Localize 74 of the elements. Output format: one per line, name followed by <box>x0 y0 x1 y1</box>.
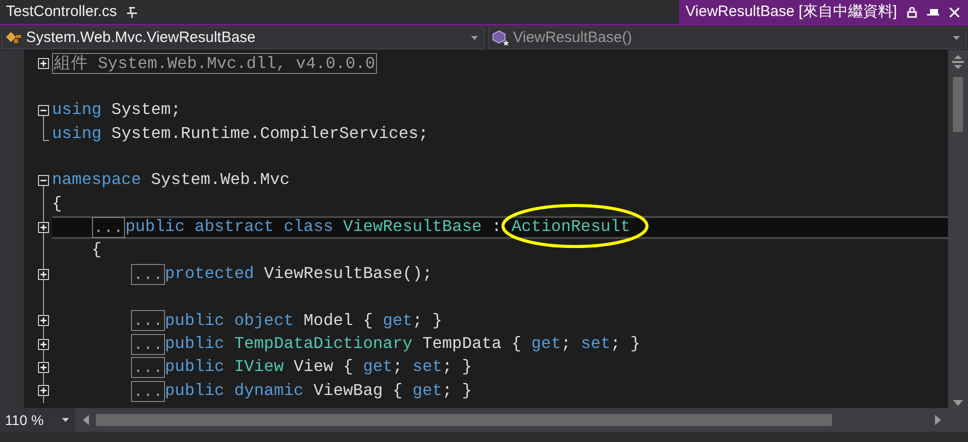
fold-expand-icon[interactable] <box>38 315 49 326</box>
fold-expand-icon[interactable] <box>38 362 49 374</box>
caret-icon <box>62 418 69 422</box>
code-text: { <box>52 192 62 215</box>
zoom-dropdown[interactable]: 110 % <box>0 408 75 432</box>
collapsed-block[interactable]: ... <box>131 334 165 355</box>
code-text: ; } <box>610 333 640 356</box>
editor-tab[interactable]: TestController.cs <box>0 0 145 24</box>
code-text: Model { <box>304 310 374 332</box>
method-icon <box>492 30 510 46</box>
navigation-dropdown[interactable]: ViewResultBase() <box>488 27 967 49</box>
keyword: get <box>362 356 393 378</box>
code-text: { <box>92 239 102 262</box>
caret-icon <box>953 36 960 40</box>
pin-icon[interactable] <box>126 6 137 18</box>
code-text: System.Web.Mvc <box>150 169 290 192</box>
keyword: set <box>580 333 611 356</box>
scroll-right-icon[interactable] <box>935 415 941 425</box>
navigation-dropdown[interactable]: System.Web.Mvc.ViewResultBase <box>1 27 485 49</box>
fold-expand-icon[interactable] <box>38 268 49 280</box>
split-icon[interactable] <box>952 55 964 69</box>
collapsed-block[interactable]: ... <box>92 216 126 238</box>
fold-expand-icon[interactable] <box>38 222 49 233</box>
code-text: ViewBag { <box>313 380 404 402</box>
keyword: get <box>412 380 442 402</box>
scrollbar-thumb[interactable] <box>96 414 832 426</box>
fold-expand-icon[interactable] <box>38 385 49 396</box>
keyword: using <box>52 99 102 122</box>
code-text: : <box>490 216 503 238</box>
code-text: ; <box>561 333 572 356</box>
code-text: ; } <box>412 310 442 332</box>
keyword: get <box>382 310 412 332</box>
code-text: ; } <box>442 380 472 402</box>
lock-icon[interactable] <box>907 6 917 18</box>
code-text: TempData { <box>421 333 522 356</box>
collapsed-block[interactable]: ... <box>131 357 165 378</box>
scrollbar-thumb[interactable] <box>953 77 963 132</box>
keyword: public object <box>164 310 295 332</box>
close-icon[interactable] <box>949 6 960 18</box>
fold-collapse-icon[interactable] <box>38 104 49 116</box>
collapsed-block[interactable]: ... <box>131 310 165 332</box>
type-name: ActionResult <box>512 215 630 240</box>
code-text: ViewResultBase(); <box>264 262 432 285</box>
keyword: public <box>164 356 226 378</box>
collapsed-region[interactable]: 組件 System.Web.Mvc.dll, v4.0.0.0 <box>52 53 378 74</box>
pin-icon[interactable] <box>927 7 939 17</box>
vertical-scrollbar[interactable] <box>948 50 968 408</box>
scroll-left-icon[interactable] <box>83 415 89 425</box>
keyword: namespace <box>52 169 142 192</box>
keyword: using <box>52 122 102 144</box>
type-name: TempDataDictionary <box>234 333 412 356</box>
caret-icon <box>471 36 478 40</box>
keyword: public dynamic <box>164 380 305 402</box>
fold-collapse-icon[interactable] <box>38 174 49 186</box>
keyword: set <box>412 356 442 378</box>
code-text: ; <box>392 356 404 378</box>
type-name: IView <box>234 356 284 378</box>
collapsed-block[interactable]: ... <box>131 380 165 402</box>
zoom-level: 110 % <box>5 410 45 430</box>
keyword: public <box>164 333 226 356</box>
type-name: ViewResultBase <box>343 216 482 238</box>
fold-expand-icon[interactable] <box>38 58 49 69</box>
class-icon <box>5 31 23 45</box>
keyword: protected <box>164 262 256 285</box>
code-text: System; <box>110 99 181 122</box>
code-text: View { <box>292 356 354 378</box>
editor-tab[interactable]: ViewResultBase [來自中繼資料] <box>678 0 968 24</box>
scroll-down-icon[interactable] <box>953 400 963 406</box>
code-text: ; } <box>442 356 472 378</box>
code-text: System.Runtime.CompilerServices; <box>110 122 428 144</box>
collapsed-block[interactable]: ... <box>131 264 165 285</box>
fold-expand-icon[interactable] <box>38 338 49 350</box>
keyword: get <box>531 333 561 356</box>
keyword: public abstract class <box>125 216 334 238</box>
